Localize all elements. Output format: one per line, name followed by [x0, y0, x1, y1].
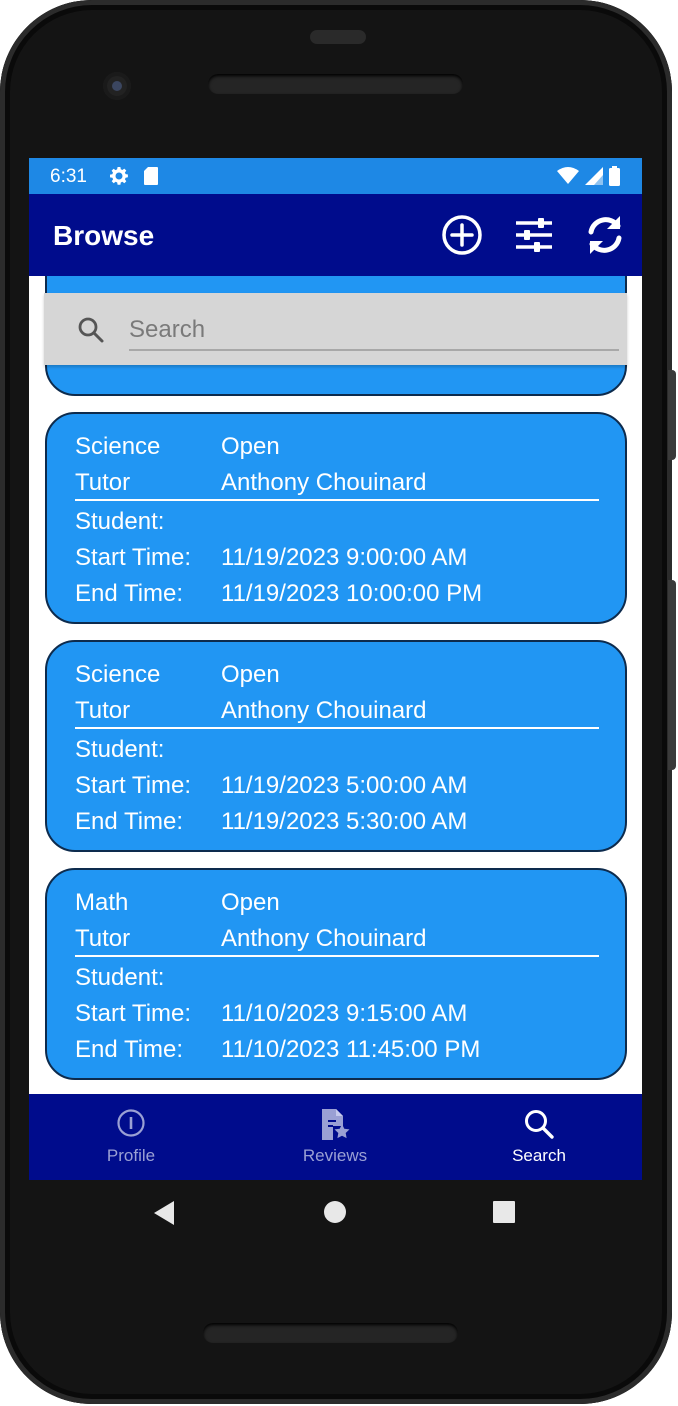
- phone-volume-button: [668, 580, 676, 770]
- session-status: Open: [221, 433, 280, 460]
- filter-button[interactable]: [511, 212, 557, 258]
- tutor-name: Anthony Chouinard: [221, 469, 427, 496]
- card-divider: [75, 499, 599, 501]
- start-time-label: Start Time:: [75, 772, 192, 799]
- filter-sliders-icon: [516, 218, 552, 252]
- session-card[interactable]: Science Open Tutor Anthony Chouinard Stu…: [45, 412, 627, 624]
- session-status: Open: [221, 661, 280, 688]
- search-bar: [44, 293, 627, 365]
- session-subject: Science: [75, 661, 161, 688]
- status-time: 6:31: [50, 166, 87, 187]
- tutor-name: Anthony Chouinard: [221, 697, 427, 724]
- overview-button[interactable]: [492, 1200, 516, 1229]
- end-time-label: End Time:: [75, 808, 184, 835]
- back-button[interactable]: [152, 1200, 176, 1231]
- end-time-label: End Time:: [75, 580, 184, 607]
- start-time-value: 11/10/2023 9:15:00 AM: [221, 1000, 468, 1027]
- search-input[interactable]: [129, 311, 619, 351]
- nav-label: Reviews: [302, 1146, 368, 1165]
- end-time-value: 11/19/2023 10:00:00 PM: [221, 580, 483, 607]
- refresh-button[interactable]: [582, 212, 628, 258]
- nav-item-profile[interactable]: Profile: [29, 1094, 233, 1180]
- start-time-value: 11/19/2023 9:00:00 AM: [221, 544, 468, 571]
- start-time-value: 11/19/2023 5:00:00 AM: [221, 772, 468, 799]
- info-icon: [29, 1108, 233, 1138]
- gear-icon: [109, 166, 129, 191]
- bottom-nav: Profile Reviews Search: [29, 1094, 642, 1180]
- end-time-value: 11/10/2023 11:45:00 PM: [221, 1036, 481, 1063]
- nav-label: Search: [512, 1146, 566, 1165]
- start-time-label: Start Time:: [75, 1000, 192, 1027]
- tutor-label: Tutor: [75, 469, 131, 496]
- signal-icon: [585, 167, 603, 190]
- student-label: Student:: [75, 964, 165, 991]
- nav-label: Profile: [106, 1146, 156, 1165]
- session-subject: Science: [75, 433, 161, 460]
- session-card[interactable]: Math Open Tutor Anthony Chouinard Studen…: [45, 868, 627, 1080]
- battery-icon: [609, 166, 620, 191]
- end-time-label: End Time:: [75, 1036, 184, 1063]
- nav-item-search[interactable]: Search: [437, 1094, 641, 1180]
- phone-power-button: [668, 370, 676, 460]
- student-label: Student:: [75, 508, 165, 535]
- app-bar: Browse: [29, 194, 642, 276]
- tutor-label: Tutor: [75, 697, 131, 724]
- card-divider: [75, 727, 599, 729]
- status-icons: [557, 166, 620, 191]
- session-list[interactable]: Science Open Tutor Anthony Chouinard Stu…: [29, 276, 642, 1094]
- device-screen: 6:31 Browse Search Science Open Tutor An…: [29, 158, 642, 1180]
- tutor-label: Tutor: [75, 925, 131, 952]
- start-time-label: Start Time:: [75, 544, 192, 571]
- phone-bottom-speaker: [203, 1323, 458, 1343]
- phone-sensor: [310, 30, 366, 44]
- add-session-button[interactable]: [439, 212, 485, 258]
- tutor-name: Anthony Chouinard: [221, 925, 427, 952]
- status-bar: 6:31: [29, 158, 642, 194]
- search-icon: [437, 1108, 641, 1140]
- refresh-icon: [588, 216, 622, 254]
- session-subject: Math: [75, 889, 129, 916]
- card-divider: [75, 955, 599, 957]
- session-card[interactable]: Science Open Tutor Anthony Chouinard Stu…: [45, 640, 627, 852]
- add-circle-icon: [442, 215, 482, 255]
- sd-card-icon: [143, 166, 159, 191]
- search-icon: [77, 316, 105, 349]
- phone-earpiece: [208, 74, 463, 94]
- wifi-icon: [557, 167, 579, 190]
- page-title: Browse: [53, 220, 155, 251]
- student-label: Student:: [75, 736, 165, 763]
- home-button[interactable]: [323, 1200, 347, 1229]
- session-status: Open: [221, 889, 280, 916]
- review-star-document-icon: [233, 1108, 437, 1142]
- front-camera: [103, 72, 131, 100]
- end-time-value: 11/19/2023 5:30:00 AM: [221, 808, 468, 835]
- system-nav-bar: [29, 1180, 642, 1250]
- nav-item-reviews[interactable]: Reviews: [233, 1094, 437, 1180]
